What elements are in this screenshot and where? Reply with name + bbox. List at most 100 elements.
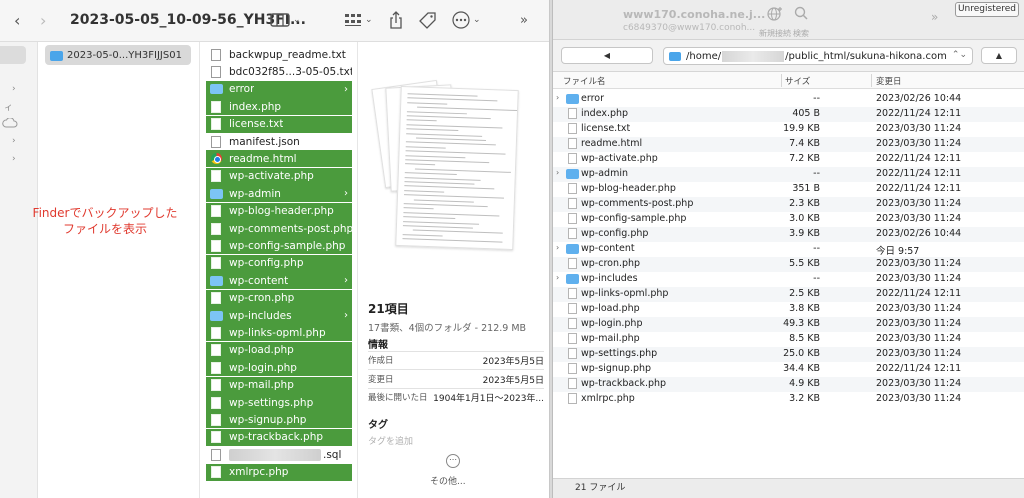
- finder-file-row[interactable]: readme.html: [206, 150, 352, 168]
- sidebar-disclosure-icon[interactable]: ›: [12, 84, 16, 94]
- table-row[interactable]: wp-mail.php 8.5 KB 2023/03/30 11:24: [553, 332, 1024, 347]
- add-tag-field[interactable]: タグを追加: [368, 434, 413, 447]
- finder-file-row[interactable]: wp-settings.php: [206, 394, 352, 411]
- file-icon: [566, 333, 577, 344]
- sidebar-selected-item[interactable]: [0, 46, 26, 64]
- finder-file-row[interactable]: wp-config.php: [206, 254, 352, 272]
- finder-file-row[interactable]: wp-trackback.php: [206, 428, 352, 446]
- forward-button[interactable]: ›: [40, 11, 46, 30]
- icloud-icon[interactable]: [2, 118, 18, 128]
- file-icon: [210, 326, 223, 339]
- finder-file-row[interactable]: wp-mail.php: [206, 376, 352, 394]
- finder-file-row[interactable]: index.php: [206, 98, 352, 116]
- folder-icon: [210, 188, 223, 199]
- table-row[interactable]: wp-trackback.php 4.9 KB 2023/03/30 11:24: [553, 377, 1024, 392]
- table-row[interactable]: wp-activate.php 7.2 KB 2022/11/24 12:11: [553, 152, 1024, 167]
- sidebar-disclosure-icon[interactable]: ›: [12, 136, 16, 146]
- column-header-size[interactable]: サイズ: [785, 75, 810, 87]
- finder-file-row[interactable]: wp-includes ›: [206, 307, 352, 324]
- share-button[interactable]: [389, 9, 403, 31]
- finder-file-row[interactable]: wp-signup.php: [206, 411, 352, 429]
- back-button[interactable]: ‹: [14, 11, 20, 30]
- back-button[interactable]: ◀: [561, 47, 653, 64]
- path-field[interactable]: /home/ /public_html/sukuna-hikona.com ⌃⌄: [663, 47, 973, 65]
- sidebar-disclosure-icon[interactable]: ィ: [4, 100, 13, 113]
- upload-button[interactable]: ▲: [981, 47, 1017, 64]
- table-row[interactable]: readme.html 7.4 KB 2023/03/30 11:24: [553, 137, 1024, 152]
- file-icon: [210, 310, 223, 322]
- table-row[interactable]: wp-settings.php 25.0 KB 2023/03/30 11:24: [553, 347, 1024, 362]
- sidebar-disclosure-icon[interactable]: ›: [12, 154, 16, 164]
- column-view-button[interactable]: ⌄: [270, 9, 301, 31]
- finder-file-row[interactable]: wp-activate.php: [206, 167, 352, 185]
- column-divider[interactable]: [781, 74, 782, 87]
- finder-file-row[interactable]: wp-blog-header.php: [206, 202, 352, 220]
- table-row[interactable]: wp-login.php 49.3 KB 2023/03/30 11:24: [553, 317, 1024, 332]
- table-row[interactable]: wp-comments-post.php 2.3 KB 2023/03/30 11:…: [553, 197, 1024, 212]
- finder-file-row[interactable]: backwpup_readme.txt: [206, 46, 352, 63]
- finder-file-row[interactable]: error ›: [206, 80, 352, 98]
- table-row[interactable]: wp-signup.php 34.4 KB 2022/11/24 12:11: [553, 362, 1024, 377]
- table-row[interactable]: wp-load.php 3.8 KB 2023/03/30 11:24: [553, 302, 1024, 317]
- disclosure-icon[interactable]: ›: [556, 243, 559, 252]
- disclosure-icon[interactable]: ›: [556, 168, 559, 177]
- selected-folder-item[interactable]: 2023-05-0...YH3FIJJS01: [45, 45, 191, 65]
- updown-chevron-icon[interactable]: ⌃⌄: [952, 50, 967, 60]
- table-row[interactable]: wp-config.php 3.9 KB 2023/02/26 10:44: [553, 227, 1024, 242]
- info-row-modified: 変更日 2023年5月5日: [368, 371, 544, 387]
- table-row[interactable]: › wp-content -- 今日 9:57: [553, 242, 1024, 257]
- finder-file-row[interactable]: wp-config-sample.php: [206, 237, 352, 255]
- table-row[interactable]: license.txt 19.9 KB 2023/03/30 11:24: [553, 122, 1024, 137]
- column-header-modified[interactable]: 変更日: [876, 75, 902, 87]
- table-row[interactable]: › wp-admin -- 2022/11/24 12:11: [553, 167, 1024, 182]
- finder-file-row[interactable]: xmlrpc.php: [206, 463, 352, 481]
- preview-text-line: [404, 185, 495, 190]
- chevron-down-icon: ⌄: [293, 15, 301, 25]
- new-connection-button[interactable]: 新規接続: [759, 6, 791, 39]
- preview-text-line: [407, 93, 478, 97]
- file-name: wp-settings.php: [581, 348, 658, 359]
- toolbar-overflow-button[interactable]: »: [520, 9, 528, 31]
- finder-file-row[interactable]: bdc032f85...3-05-05.txt: [206, 63, 352, 80]
- info-value: 1904年1月1日〜2023年...: [433, 393, 544, 404]
- table-row[interactable]: wp-cron.php 5.5 KB 2023/03/30 11:24: [553, 257, 1024, 272]
- preview-text-line: [413, 199, 474, 203]
- toolbar-overflow-button[interactable]: »: [931, 10, 938, 24]
- finder-file-row[interactable]: license.txt: [206, 115, 352, 133]
- unregistered-badge[interactable]: Unregistered: [955, 2, 1019, 17]
- group-button[interactable]: ⌄: [344, 9, 373, 31]
- table-row[interactable]: wp-config-sample.php 3.0 KB 2023/03/30 11:…: [553, 212, 1024, 227]
- info-label: 変更日: [368, 375, 394, 385]
- disclosure-icon[interactable]: ›: [556, 273, 559, 282]
- ftp-toolbar: www170.conoha.ne.j... c6849370@www170.co…: [553, 0, 1024, 40]
- server-host: www170.conoha.ne.j...: [623, 8, 766, 21]
- finder-file-row[interactable]: manifest.json: [206, 133, 352, 150]
- tag-button[interactable]: [419, 9, 437, 31]
- disclosure-icon[interactable]: ›: [556, 93, 559, 102]
- table-row[interactable]: wp-blog-header.php 351 B 2022/11/24 12:11: [553, 182, 1024, 197]
- column-divider[interactable]: [871, 74, 872, 87]
- file-name: xmlrpc.php: [229, 466, 289, 479]
- finder-file-row[interactable]: wp-content ›: [206, 272, 352, 290]
- finder-file-row[interactable]: wp-cron.php: [206, 289, 352, 307]
- column-header-name[interactable]: ファイル名: [563, 75, 606, 87]
- columns-icon: [270, 13, 290, 27]
- preview-text-line: [406, 115, 491, 120]
- finder-file-row[interactable]: wp-comments-post.php: [206, 220, 352, 237]
- search-button[interactable]: 検索: [793, 6, 809, 39]
- table-row[interactable]: index.php 405 B 2022/11/24 12:11: [553, 107, 1024, 122]
- table-row[interactable]: › wp-includes -- 2023/03/30 11:24: [553, 272, 1024, 287]
- table-row[interactable]: wp-links-opml.php 2.5 KB 2022/11/24 12:11: [553, 287, 1024, 302]
- finder-file-row[interactable]: wp-load.php: [206, 341, 352, 359]
- document-icon: [211, 431, 221, 444]
- file-size: 34.4 KB: [783, 363, 820, 374]
- table-row[interactable]: xmlrpc.php 3.2 KB 2023/03/30 11:24: [553, 392, 1024, 407]
- more-button[interactable]: ⋯: [446, 454, 460, 468]
- action-button[interactable]: ⌄: [452, 9, 481, 31]
- finder-file-row[interactable]: wp-login.php: [206, 359, 352, 377]
- file-icon: [566, 183, 577, 194]
- finder-file-row[interactable]: wp-links-opml.php: [206, 324, 352, 342]
- finder-file-row[interactable]: wp-admin ›: [206, 185, 352, 203]
- finder-file-row[interactable]: .sql: [206, 446, 352, 463]
- table-row[interactable]: › error -- 2023/02/26 10:44: [553, 92, 1024, 107]
